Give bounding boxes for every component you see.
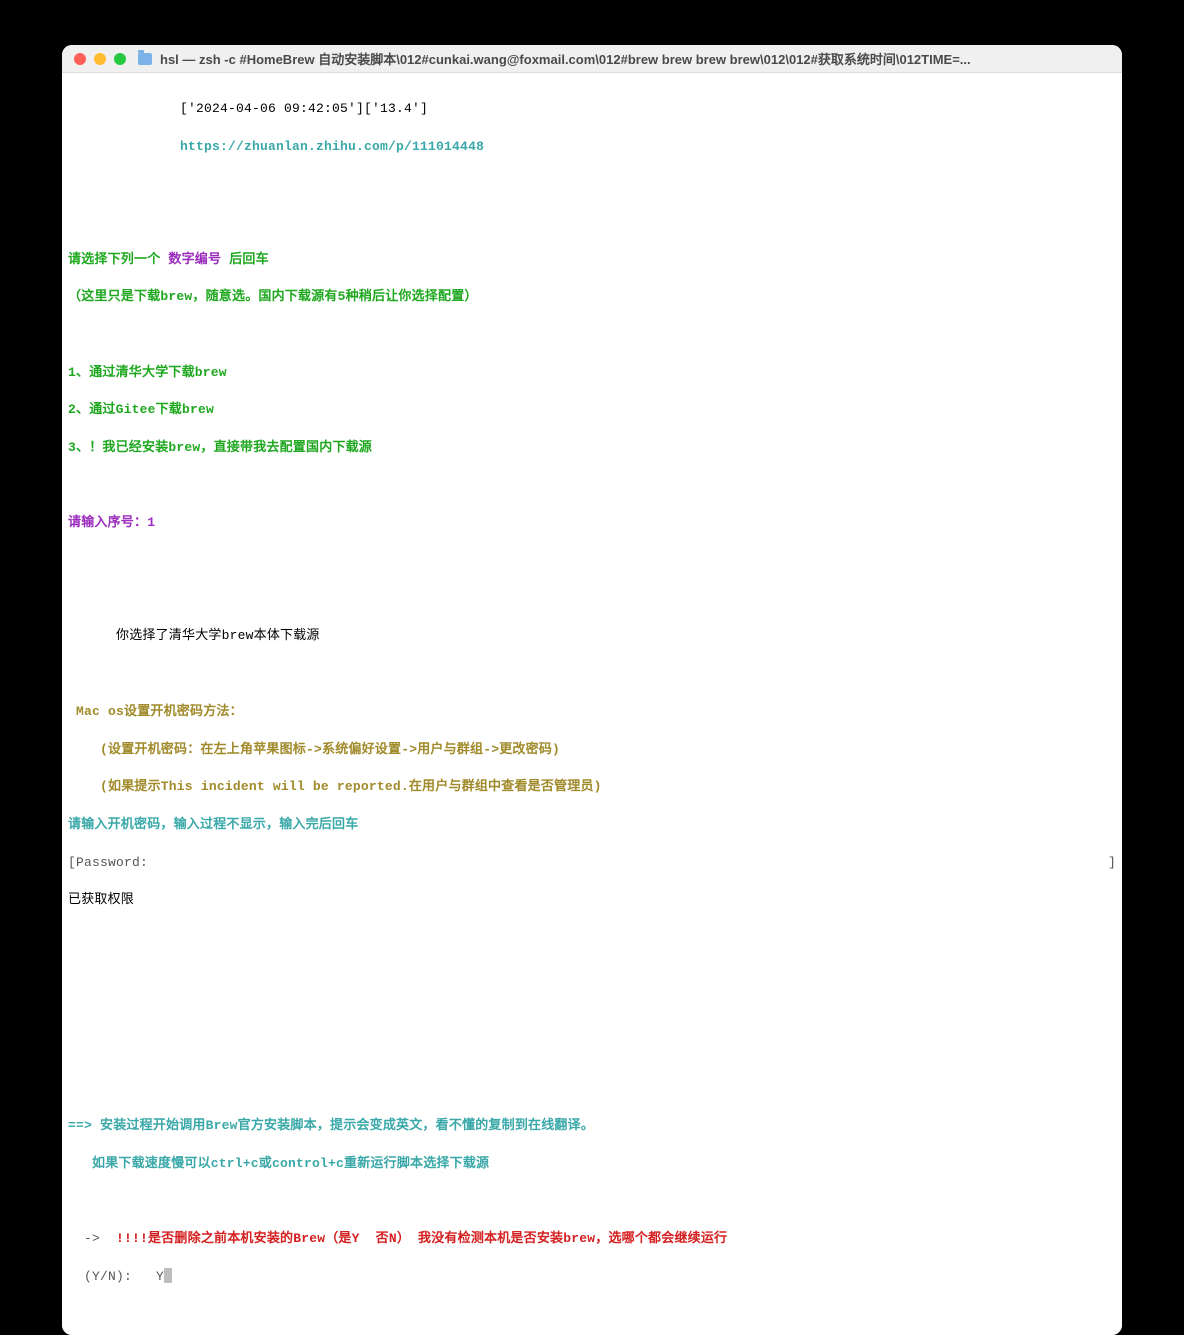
choice-result: 你选择了清华大学brew本体下载源 (68, 627, 1116, 646)
folder-icon (138, 53, 152, 65)
select-prompt: 请选择下列一个 数字编号 后回车 (68, 251, 1116, 270)
terminal-body[interactable]: ['2024-04-06 09:42:05']['13.4'] https://… (62, 73, 1122, 1335)
option-3: 3、！我已经安装brew，直接带我去配置国内下载源 (68, 439, 1116, 458)
install-msg: ==> 安装过程开始调用Brew官方安装脚本，提示会变成英文，看不懂的复制到在线… (68, 1117, 1116, 1136)
install-sub: 如果下载速度慢可以ctrl+c或control+c重新运行脚本选择下载源 (68, 1155, 1116, 1174)
mac-line-2: (如果提示This incident will be reported.在用户与… (68, 778, 1116, 797)
url-line: https://zhuanlan.zhihu.com/p/111014448 (68, 138, 1116, 157)
minimize-icon[interactable] (94, 53, 106, 65)
password-label: [Password:] (68, 854, 1116, 873)
option-1: 1、通过清华大学下载brew (68, 364, 1116, 383)
password-got: 已获取权限 (68, 891, 1116, 910)
maximize-icon[interactable] (114, 53, 126, 65)
input-line: 请输入序号：1 (68, 514, 1116, 533)
terminal-window: hsl — zsh -c #HomeBrew 自动安装脚本\012#cunkai… (62, 45, 1122, 1335)
delete-prompt: -> !!!!是否删除之前本机安装的Brew（是Y 否N） 我没有检测本机是否安… (68, 1230, 1116, 1249)
traffic-lights (74, 53, 126, 65)
mac-title: Mac os设置开机密码方法： (68, 703, 1116, 722)
titlebar: hsl — zsh -c #HomeBrew 自动安装脚本\012#cunkai… (62, 45, 1122, 73)
password-prompt: 请输入开机密码，输入过程不显示，输入完后回车 (68, 816, 1116, 835)
cursor-icon (164, 1268, 172, 1283)
yn-line: (Y/N): Y (68, 1268, 1116, 1287)
select-note: （这里只是下载brew，随意选。国内下载源有5种稍后让你选择配置） (68, 288, 1116, 307)
option-2: 2、通过Gitee下载brew (68, 401, 1116, 420)
mac-line-1: (设置开机密码：在左上角苹果图标->系统偏好设置->用户与群组->更改密码) (68, 741, 1116, 760)
window-title: hsl — zsh -c #HomeBrew 自动安装脚本\012#cunkai… (160, 49, 1110, 68)
timestamp-line: ['2024-04-06 09:42:05']['13.4'] (68, 100, 1116, 119)
close-icon[interactable] (74, 53, 86, 65)
